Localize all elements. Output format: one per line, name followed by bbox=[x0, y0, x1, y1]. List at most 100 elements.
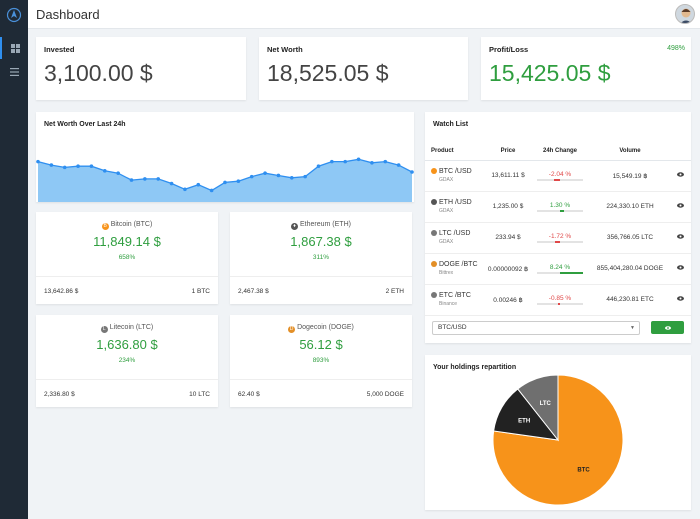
coin-card: B Bitcoin (BTC) 11,849.14 $ 658% 13,642.8… bbox=[36, 212, 218, 304]
invested-value: 3,100.00 $ bbox=[44, 60, 153, 86]
coin-holding: 2 ETH bbox=[385, 288, 404, 295]
coin-name: B Bitcoin (BTC) bbox=[36, 221, 218, 230]
coin-icon bbox=[431, 199, 437, 205]
page-title: Dashboard bbox=[36, 7, 100, 22]
pair-select[interactable]: BTC/USD ▼ bbox=[432, 321, 640, 335]
change-value: -0.85 % bbox=[548, 294, 572, 302]
product-exchange: Binance bbox=[439, 301, 458, 307]
volume-cell: 224,330.10 ETH bbox=[591, 191, 669, 223]
chart-point bbox=[36, 159, 40, 164]
coin-icon bbox=[431, 292, 437, 298]
change-bar-fill bbox=[555, 240, 560, 243]
pie-label-btc: BTC bbox=[577, 467, 590, 473]
coin-holding: 10 LTC bbox=[189, 391, 210, 398]
coin-invested: 62.40 $ bbox=[238, 391, 260, 398]
change-bar bbox=[537, 178, 583, 181]
eye-icon[interactable] bbox=[676, 234, 684, 239]
net-worth-card: Net Worth 18,525.05 $ bbox=[259, 37, 468, 100]
holdings-card: Your holdings repartition BTC ETH LTC bbox=[425, 355, 691, 510]
watch-list-title: Watch List bbox=[433, 121, 469, 128]
invested-label: Invested bbox=[44, 45, 75, 54]
bitcoin-icon: B bbox=[101, 223, 109, 230]
coin-card: D Dogecoin (DOGE) 56.12 $ 893% 62.40 $ 5,… bbox=[230, 315, 412, 407]
net-worth-area-chart bbox=[36, 157, 414, 202]
coin-card: ♦ Ethereum (ETH) 1,867.38 $ 311% 2,467.38… bbox=[230, 212, 412, 304]
change-value: -2.04 % bbox=[548, 170, 572, 178]
change-value: -1.72 % bbox=[548, 232, 572, 240]
column-header-actions bbox=[669, 142, 691, 161]
coin-percent: 893% bbox=[312, 357, 330, 364]
product-cell: LTC /USD GDAX bbox=[425, 222, 487, 254]
coin-name: ♦ Ethereum (ETH) bbox=[230, 221, 412, 230]
coin-holding: 5,000 DOGE bbox=[366, 391, 404, 398]
price-cell: 0.00246 ฿ bbox=[487, 284, 529, 316]
product-symbol: DOGE /BTC bbox=[439, 261, 478, 268]
chart-point bbox=[76, 164, 80, 169]
coin-icon bbox=[431, 261, 437, 267]
divider bbox=[36, 379, 218, 380]
column-header-24h-change: 24h Change bbox=[529, 142, 591, 161]
sidebar bbox=[0, 0, 28, 519]
eye-icon[interactable] bbox=[676, 296, 684, 301]
list-nav-icon[interactable] bbox=[0, 61, 28, 83]
table-row: ETC /BTC Binance 0.00246 ฿ -0.85 % 446,2… bbox=[425, 284, 691, 316]
dashboard-nav-icon[interactable] bbox=[0, 37, 28, 59]
chart-point bbox=[330, 159, 334, 164]
eye-icon bbox=[664, 325, 671, 330]
coin-name-text: Litecoin (LTC) bbox=[109, 324, 154, 331]
coin-icon bbox=[431, 230, 437, 236]
table-row: DOGE /BTC Bittrex 0.00000092 ฿ 8.24 % 85… bbox=[425, 253, 691, 285]
coin-card: L Litecoin (LTC) 1,636.80 $ 234% 2,336.80… bbox=[36, 315, 218, 407]
action-cell bbox=[669, 191, 691, 223]
change-bar bbox=[537, 240, 583, 243]
chart-point bbox=[356, 157, 361, 162]
user-avatar[interactable] bbox=[675, 4, 695, 24]
chart-point bbox=[183, 187, 187, 192]
action-cell bbox=[669, 160, 691, 192]
eye-icon[interactable] bbox=[676, 203, 684, 208]
price-cell: 233.94 $ bbox=[487, 222, 529, 254]
chart-point bbox=[303, 174, 307, 179]
coin-invested: 13,642.86 $ bbox=[44, 288, 79, 295]
product-symbol: ETC /BTC bbox=[439, 292, 471, 299]
price-cell: 13,611.11 $ bbox=[487, 160, 529, 192]
eye-icon[interactable] bbox=[676, 172, 684, 177]
divider bbox=[230, 379, 412, 380]
ethereum-icon: ♦ bbox=[291, 223, 299, 230]
coin-name-text: Dogecoin (DOGE) bbox=[297, 324, 354, 331]
chart-point bbox=[169, 181, 174, 186]
dogecoin-icon: D bbox=[288, 326, 296, 333]
action-cell bbox=[669, 253, 691, 285]
product-exchange: GDAX bbox=[439, 208, 454, 214]
add-pair-button[interactable] bbox=[651, 321, 684, 334]
action-cell bbox=[669, 284, 691, 316]
chart-point bbox=[129, 178, 134, 182]
watch-list-table: Product Price 24h Change Volume BTC /USD… bbox=[425, 142, 691, 316]
table-row: ETH /USD GDAX 1,235.00 $ 1.30 % 224,330.… bbox=[425, 191, 691, 223]
change-cell: 1.30 % bbox=[529, 191, 591, 223]
watch-list-card: Watch List Product Price 24h Change Volu… bbox=[425, 112, 691, 343]
chart-point bbox=[276, 173, 281, 178]
product-symbol: LTC /USD bbox=[439, 230, 471, 237]
coin-name-text: Ethereum (ETH) bbox=[300, 221, 351, 228]
coin-value: 1,636.80 $ bbox=[96, 337, 158, 352]
chart-point bbox=[289, 175, 294, 180]
chart-point bbox=[249, 174, 254, 179]
eye-icon[interactable] bbox=[676, 265, 684, 270]
coin-name: D Dogecoin (DOGE) bbox=[230, 324, 412, 333]
change-bar bbox=[537, 209, 583, 212]
product-cell: DOGE /BTC Bittrex bbox=[425, 253, 487, 285]
app-logo-icon[interactable] bbox=[4, 5, 24, 25]
holdings-pie-chart: BTC ETH LTC bbox=[492, 374, 624, 506]
change-cell: 8.24 % bbox=[529, 253, 591, 285]
product-cell: BTC /USD GDAX bbox=[425, 160, 487, 192]
product-exchange: GDAX bbox=[439, 239, 454, 245]
chart-point bbox=[236, 179, 241, 184]
chart-point bbox=[49, 163, 54, 167]
coin-percent: 234% bbox=[118, 357, 136, 364]
chart-point bbox=[263, 171, 267, 175]
coin-holding: 1 BTC bbox=[191, 288, 210, 295]
coin-value: 56.12 $ bbox=[299, 337, 343, 352]
change-cell: -1.72 % bbox=[529, 222, 591, 254]
change-value: 1.30 % bbox=[549, 201, 571, 209]
